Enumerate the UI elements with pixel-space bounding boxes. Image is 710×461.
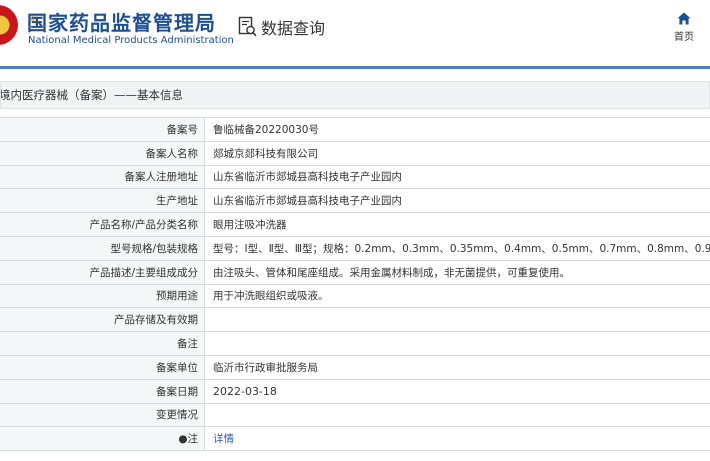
breadcrumb: 境内医疗器械（备案）——基本信息 (0, 81, 710, 109)
field-label: ●注 (0, 426, 205, 452)
home-nav-button[interactable]: 首页 (668, 12, 700, 43)
table-row: 备注 (0, 331, 710, 356)
table-row: 备案人注册地址 山东省临沂市郯城县高科技电子产业园内 (0, 164, 710, 190)
field-label: 产品名称/产品分类名称 (0, 212, 205, 237)
home-icon (677, 12, 691, 25)
field-label: 产品存储及有效期 (0, 307, 205, 333)
field-label: 备案人名称 (0, 140, 205, 166)
table-row: 型号规格/包装规格 型号：Ⅰ型、Ⅱ型、Ⅲ型；规格：0.2mm、0.3mm、0.35… (0, 235, 710, 261)
table-row: 备案日期 2022-03-18 (0, 378, 710, 404)
table-row: 变更情况 (0, 402, 710, 428)
field-value: 详情 (204, 426, 710, 452)
breadcrumb-text: 境内医疗器械（备案）——基本信息 (0, 88, 183, 102)
table-row: 产品存储及有效期 (0, 307, 710, 333)
nmpa-emblem-logo[interactable] (0, 5, 18, 45)
details-link[interactable]: 详情 (213, 433, 234, 445)
field-value (204, 307, 710, 333)
brand-title-en[interactable]: National Medical Products Administration (28, 35, 234, 46)
field-value: 型号：Ⅰ型、Ⅱ型、Ⅲ型；规格：0.2mm、0.3mm、0.35mm、0.4mm、… (204, 235, 710, 261)
field-value: 由注吸头、管体和尾座组成。采用金属材料制成，非无菌提供，可重复使用。 (204, 259, 710, 285)
field-label: 备案日期 (0, 378, 205, 404)
field-value: 眼用注吸冲洗器 (204, 212, 710, 237)
field-label: 备案单位 (0, 354, 205, 380)
table-row: 预期用途 用于冲洗眼组织或吸液。 (0, 283, 710, 309)
field-value (204, 331, 710, 356)
field-label: 变更情况 (0, 402, 205, 428)
table-row: 产品描述/主要组成成分 由注吸头、管体和尾座组成。采用金属材料制成，非无菌提供，可… (0, 259, 710, 285)
field-label: 预期用途 (0, 283, 205, 309)
table-row: 备案单位 临沂市行政审批服务局 (0, 354, 710, 380)
field-label: 备注 (0, 331, 205, 356)
search-document-icon (238, 16, 258, 38)
field-label: 备案人注册地址 (0, 164, 205, 190)
table-row: 产品名称/产品分类名称 眼用注吸冲洗器 (0, 212, 710, 237)
field-value: 用于冲洗眼组织或吸液。 (204, 283, 710, 309)
field-value (204, 402, 710, 428)
home-label: 首页 (674, 32, 694, 43)
brand-title-cn[interactable]: 国家药品监督管理局 (27, 7, 216, 36)
table-row: 备案人名称 郯城京郯科技有限公司 (0, 140, 710, 166)
table-row: 备案号 鲁临械备20220030号 (0, 117, 710, 142)
table-row: ●注 详情 (0, 426, 710, 452)
field-value: 临沂市行政审批服务局 (204, 354, 710, 380)
record-info-table: 备案号 鲁临械备20220030号 备案人名称 郯城京郯科技有限公司 备案人注册地址 山东… (0, 117, 710, 452)
data-query-nav[interactable]: 数据查询 (238, 15, 325, 39)
field-label: 型号规格/包装规格 (0, 235, 205, 261)
field-label: 备案号 (0, 117, 205, 142)
site-header: ★ 国家药品监督管理局 National Medical Products Ad… (0, 0, 710, 66)
field-value: 郯城京郯科技有限公司 (204, 140, 710, 166)
field-value: 2022-03-18 (204, 378, 710, 404)
field-value: 鲁临械备20220030号 (204, 117, 710, 142)
field-value: 山东省临沂市郯城县高科技电子产业园内 (204, 188, 710, 214)
field-value: 山东省临沂市郯城县高科技电子产业园内 (204, 164, 710, 190)
header-divider (0, 66, 710, 69)
table-row: 生产地址 山东省临沂市郯城县高科技电子产业园内 (0, 188, 710, 214)
field-label: 生产地址 (0, 188, 205, 214)
field-label: 产品描述/主要组成成分 (0, 259, 205, 285)
data-query-label: 数据查询 (261, 19, 326, 38)
